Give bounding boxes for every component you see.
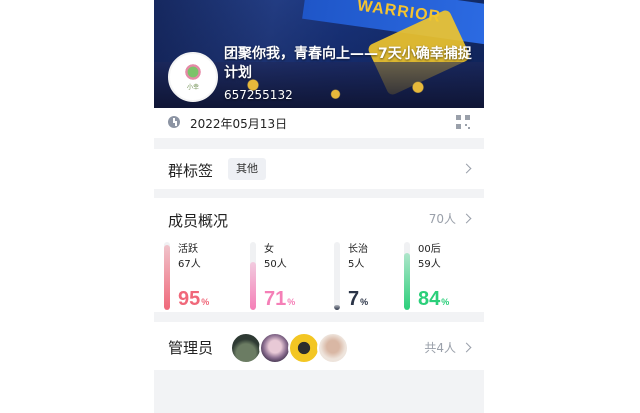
stat-percent-number: 71 xyxy=(264,288,287,310)
clock-icon xyxy=(168,116,180,128)
admins-title: 管理员 xyxy=(168,339,214,357)
stat-bar xyxy=(164,242,170,310)
stat-active: 活跃 67人 95% xyxy=(158,240,242,312)
stat-percent: 71% xyxy=(264,288,295,311)
group-avatar[interactable]: 小幸 xyxy=(168,52,218,102)
stat-bar xyxy=(334,242,340,310)
tag-chip: 其他 xyxy=(228,158,266,180)
stat-bar-fill xyxy=(164,245,170,310)
stat-age: 00后 59人 84% xyxy=(398,240,482,312)
admin-count: 共4人 xyxy=(424,341,456,355)
group-banner: WARRIOR 小幸 团聚你我，青春向上——7天小确幸捕捉计划 65725513… xyxy=(154,0,484,108)
stat-female: 女 50人 71% xyxy=(244,240,328,312)
group-id[interactable]: 657255132 xyxy=(224,88,293,102)
admin-avatar[interactable] xyxy=(317,332,349,364)
admin-avatar[interactable] xyxy=(259,332,291,364)
stat-percent-number: 84 xyxy=(418,288,441,310)
percent-sign: % xyxy=(441,297,450,307)
percent-sign: % xyxy=(287,297,296,307)
chevron-right-icon xyxy=(461,213,472,224)
logo-mark: 小幸 xyxy=(186,84,199,91)
stat-percent: 95% xyxy=(178,288,209,311)
percent-sign: % xyxy=(360,297,369,307)
stat-value: 67人 xyxy=(178,259,201,270)
percent-sign: % xyxy=(201,297,210,307)
stat-value: 5人 xyxy=(348,259,365,270)
stat-percent-number: 7 xyxy=(348,288,360,310)
stat-bar-fill xyxy=(404,253,410,310)
created-date: 2022年05月13日 xyxy=(190,117,288,131)
stat-value: 50人 xyxy=(264,259,287,270)
chevron-right-icon xyxy=(461,163,472,174)
group-profile-screen: WARRIOR 小幸 团聚你我，青春向上——7天小确幸捕捉计划 65725513… xyxy=(154,0,484,413)
stat-label: 00后 xyxy=(418,244,441,255)
tags-title: 群标签 xyxy=(168,162,214,180)
members-title: 成员概况 xyxy=(168,212,229,230)
stat-percent-number: 95 xyxy=(178,288,201,310)
member-overview[interactable]: 成员概况 70人 活跃 67人 95% 女 50人 71% 长治 5人 7% 0… xyxy=(154,198,484,312)
stat-bar xyxy=(404,242,410,310)
chevron-right-icon xyxy=(461,342,472,353)
admin-avatar[interactable] xyxy=(288,332,320,364)
date-row: 2022年05月13日 xyxy=(154,108,484,138)
stat-label: 女 xyxy=(264,244,274,255)
stat-bar-fill xyxy=(250,262,256,310)
stat-percent: 84% xyxy=(418,288,449,311)
member-count: 70人 xyxy=(428,212,456,226)
stat-value: 59人 xyxy=(418,259,441,270)
qr-code-icon[interactable] xyxy=(456,115,470,129)
stat-label: 活跃 xyxy=(178,244,198,255)
admins-row[interactable]: 管理员 共4人 xyxy=(154,322,484,370)
admin-avatar[interactable] xyxy=(230,332,262,364)
group-title: 团聚你我，青春向上——7天小确幸捕捉计划 xyxy=(224,46,472,81)
tree-logo-icon xyxy=(184,63,202,81)
stat-label: 长治 xyxy=(348,244,368,255)
stat-percent: 7% xyxy=(348,288,368,311)
group-tags-row[interactable]: 群标签 其他 xyxy=(154,149,484,189)
stat-bar-fill xyxy=(334,305,340,310)
stat-bar xyxy=(250,242,256,310)
